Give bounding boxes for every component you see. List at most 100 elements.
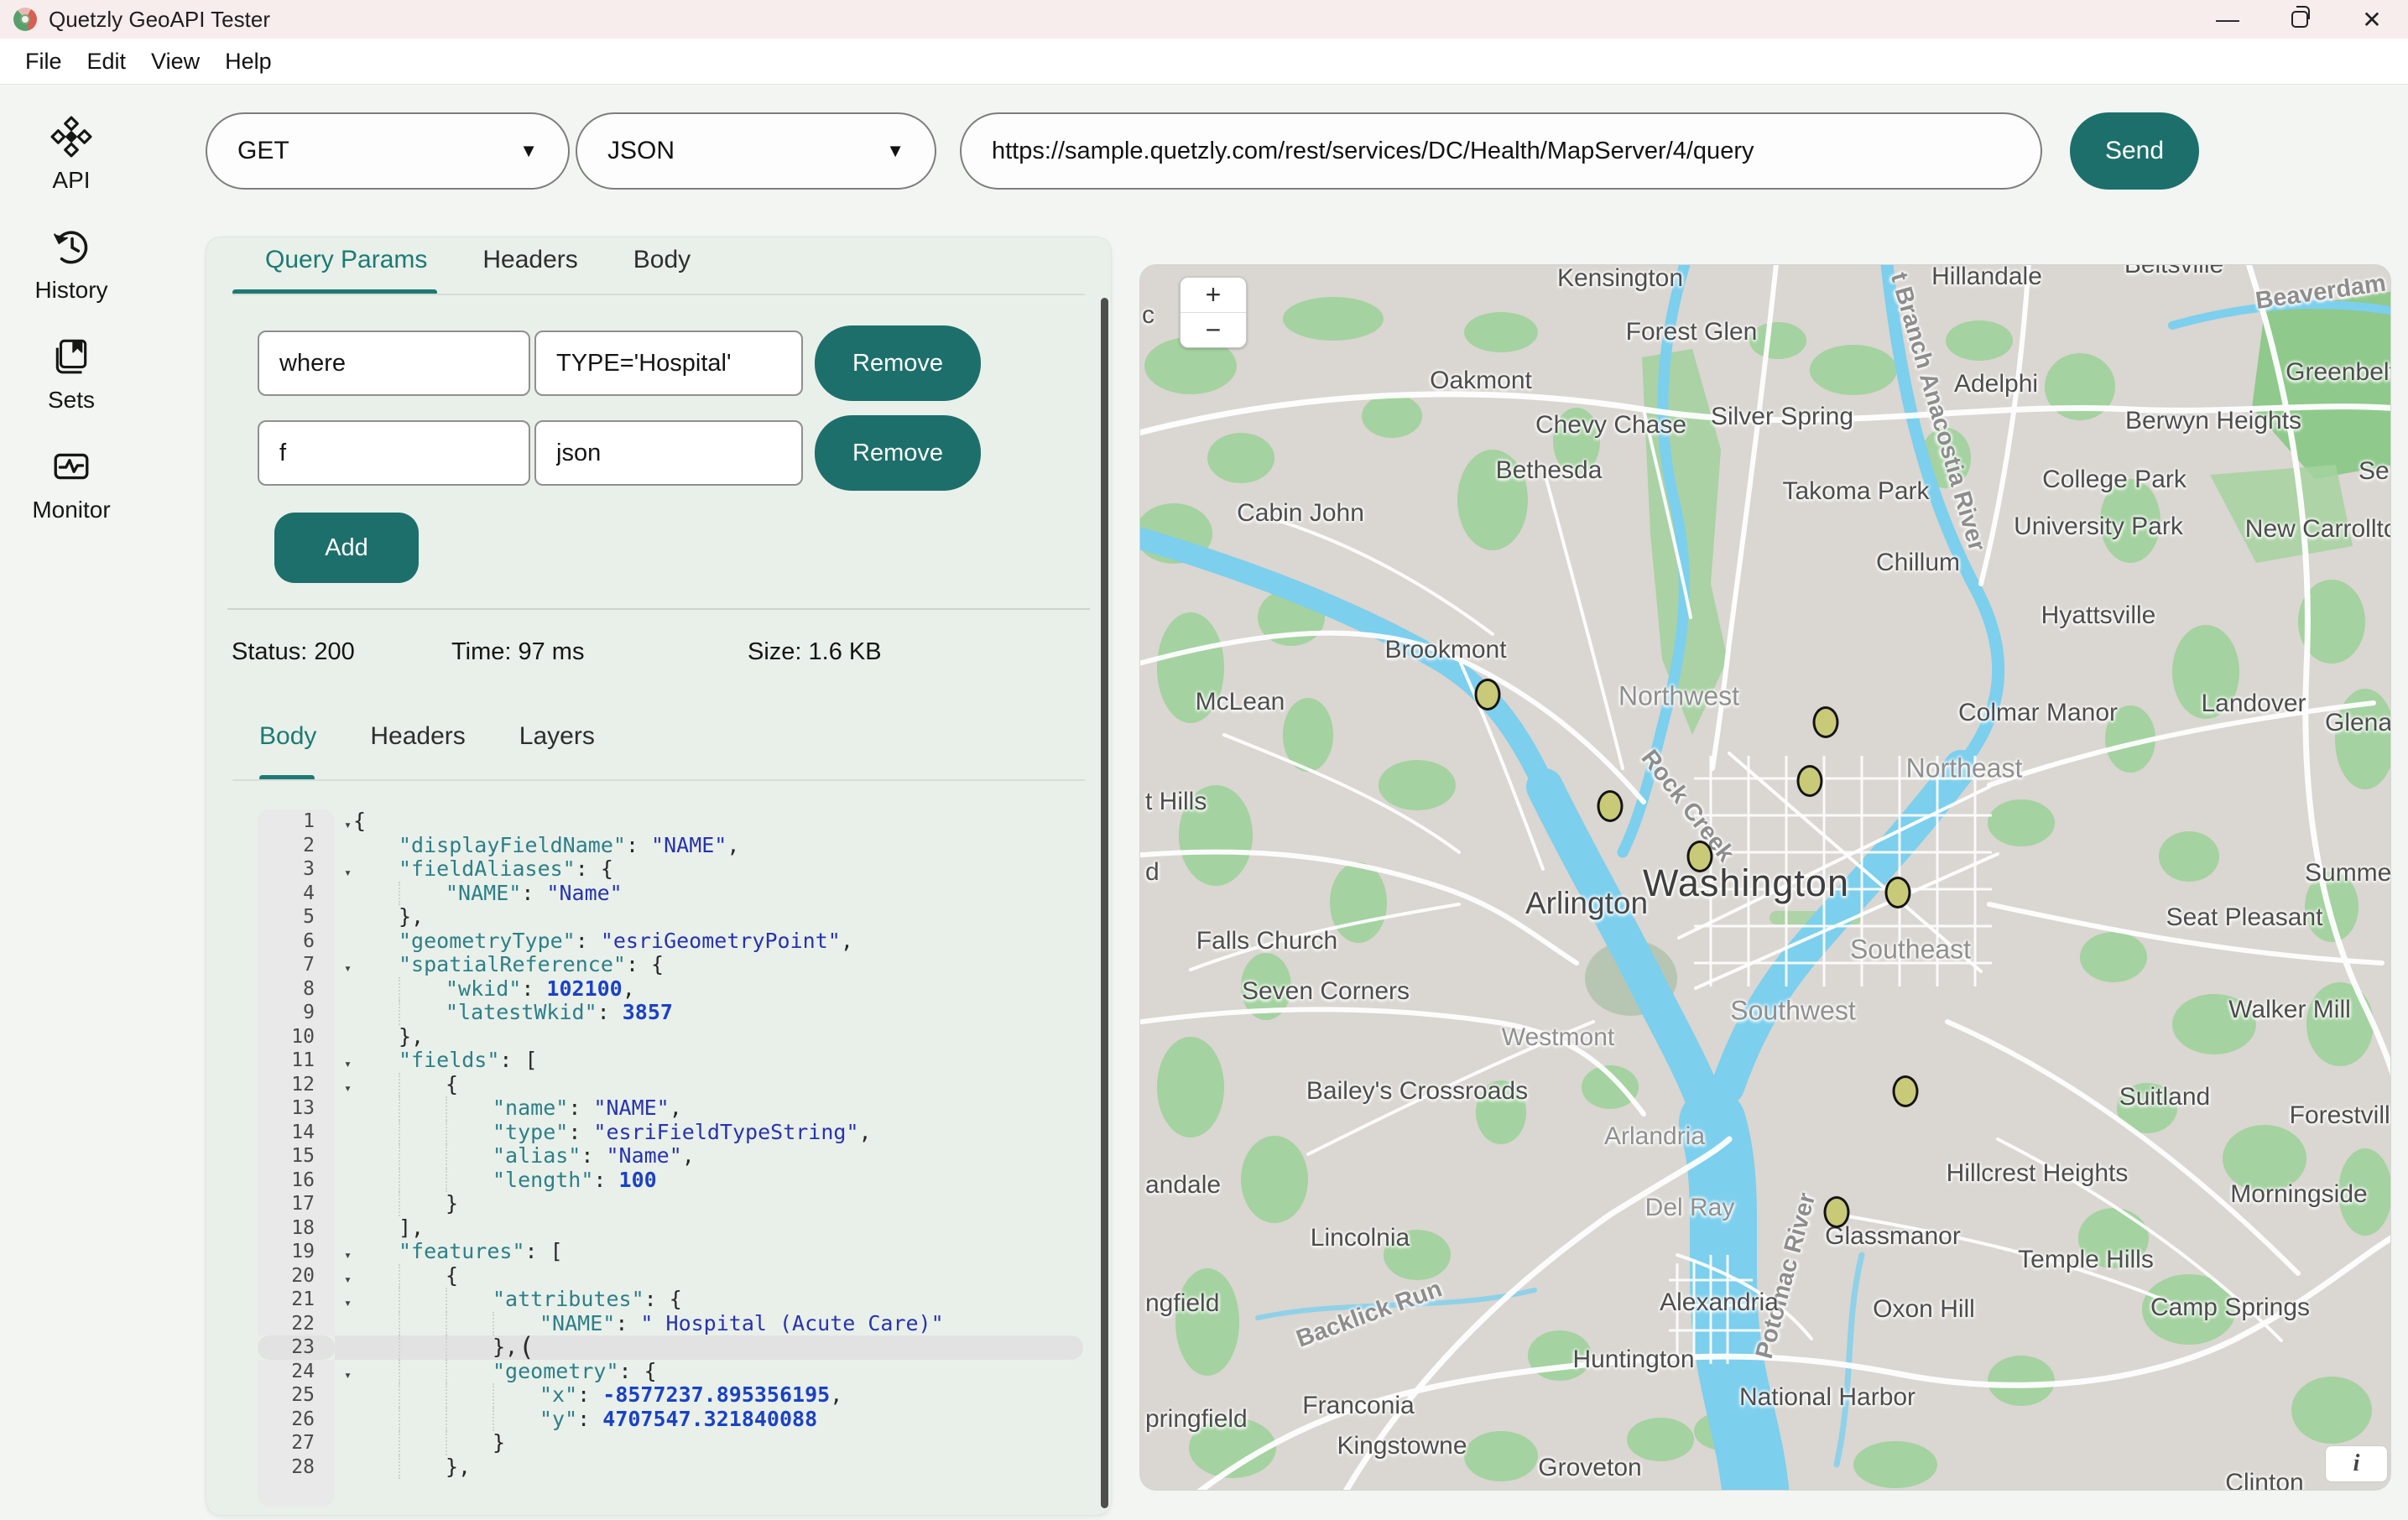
add-param-button[interactable]: Add — [274, 513, 419, 583]
code-line[interactable]: 5}, — [258, 905, 1083, 929]
code-line[interactable]: 12▾{ — [258, 1073, 1083, 1097]
format-dropdown[interactable]: JSON ▼ — [576, 112, 936, 190]
code-line[interactable]: 26"y": 4707547.321840088 — [258, 1408, 1083, 1432]
menu-view[interactable]: View — [151, 49, 200, 75]
code-line[interactable]: 22"NAME": " Hospital (Acute Care)" — [258, 1312, 1083, 1336]
line-number: 22 — [258, 1312, 335, 1336]
zoom-in-button[interactable]: + — [1181, 278, 1246, 312]
sidebar-label-history: History — [34, 277, 107, 304]
tab-response-layers[interactable]: Layers — [519, 722, 595, 751]
tab-response-body[interactable]: Body — [259, 722, 316, 751]
code-line[interactable]: 14"type": "esriFieldTypeString", — [258, 1121, 1083, 1145]
response-tabs: Body Headers Layers — [259, 722, 595, 751]
close-button[interactable]: ✕ — [2336, 0, 2408, 39]
code-line[interactable]: 18], — [258, 1216, 1083, 1241]
sidebar-label-monitor: Monitor — [32, 497, 110, 523]
param-key-input[interactable] — [258, 331, 530, 396]
line-number: 11▾ — [258, 1049, 335, 1073]
menu-file[interactable]: File — [25, 49, 62, 75]
hospital-marker[interactable] — [1475, 679, 1501, 711]
code-line[interactable]: 25"x": -8577237.895356195, — [258, 1383, 1083, 1408]
code-line-content: "fields": [ — [335, 1049, 1083, 1073]
code-line[interactable]: 17} — [258, 1192, 1083, 1216]
code-line[interactable]: 24▾"geometry": { — [258, 1360, 1083, 1384]
code-line[interactable]: 11▾"fields": [ — [258, 1049, 1083, 1073]
fold-arrow-icon[interactable]: ▾ — [344, 1363, 352, 1387]
code-line[interactable]: 19▾"features": [ — [258, 1240, 1083, 1264]
tab-body[interactable]: Body — [633, 246, 691, 274]
code-line[interactable]: 28}, — [258, 1455, 1083, 1480]
fold-arrow-icon[interactable]: ▾ — [344, 813, 352, 837]
hospital-marker[interactable] — [1598, 790, 1624, 822]
fold-arrow-icon[interactable]: ▾ — [344, 861, 352, 885]
restore-button[interactable] — [2264, 0, 2336, 39]
hospital-marker[interactable] — [1824, 1196, 1850, 1228]
fold-arrow-icon[interactable]: ▾ — [344, 1291, 352, 1315]
code-line[interactable]: 10}, — [258, 1025, 1083, 1049]
code-line[interactable]: 9"latestWkid": 3857 — [258, 1001, 1083, 1025]
code-line[interactable]: 16"length": 100 — [258, 1169, 1083, 1193]
param-value-input[interactable] — [534, 331, 803, 396]
text-cursor: ( — [519, 1335, 534, 1360]
map-panel[interactable]: KensingtonHillandaleBeltsvilleBeaverdam … — [1139, 264, 2391, 1491]
code-line[interactable]: 6"geometryType": "esriGeometryPoint", — [258, 929, 1083, 954]
tab-headers[interactable]: Headers — [482, 246, 577, 274]
code-line[interactable]: 27} — [258, 1431, 1083, 1455]
sidebar-item-history[interactable]: History — [0, 226, 143, 304]
hospital-marker[interactable] — [1797, 765, 1823, 797]
sidebar-label-sets: Sets — [48, 387, 95, 414]
code-line[interactable]: 8"wkid": 102100, — [258, 977, 1083, 1002]
fold-arrow-icon[interactable]: ▾ — [344, 956, 352, 981]
tab-divider — [232, 294, 1085, 295]
code-line[interactable]: 20▾{ — [258, 1264, 1083, 1288]
send-button[interactable]: Send — [2070, 112, 2199, 190]
code-line[interactable]: 21▾"attributes": { — [258, 1288, 1083, 1312]
map-label: Hillandale — [1931, 264, 2042, 291]
hospital-marker[interactable] — [1885, 877, 1911, 908]
remove-param-button[interactable]: Remove — [815, 415, 981, 491]
json-response-viewer[interactable]: 1▾{2"displayFieldName": "NAME",3▾"fieldA… — [258, 798, 1083, 1507]
zoom-out-button[interactable]: − — [1181, 312, 1246, 347]
menu-edit[interactable]: Edit — [87, 49, 127, 75]
sidebar-item-api[interactable]: API — [0, 116, 143, 194]
code-line[interactable]: 2"displayFieldName": "NAME", — [258, 834, 1083, 858]
map-label: Southwest — [1730, 996, 1855, 1027]
remove-param-button[interactable]: Remove — [815, 325, 981, 401]
app-window: Quetzly GeoAPI Tester — ✕ File Edit View… — [0, 0, 2408, 1520]
sidebar-item-monitor[interactable]: Monitor — [0, 445, 143, 523]
code-line[interactable]: 3▾"fieldAliases": { — [258, 857, 1083, 882]
minimize-button[interactable]: — — [2192, 0, 2264, 39]
code-line[interactable]: 4"NAME": "Name" — [258, 882, 1083, 906]
panel-scrollbar[interactable] — [1101, 298, 1108, 1508]
line-number: 7▾ — [258, 953, 335, 977]
map-label: Cabin John — [1237, 499, 1364, 528]
sidebar-item-sets[interactable]: Sets — [0, 336, 143, 414]
hospital-marker[interactable] — [1687, 841, 1713, 872]
tab-query-params[interactable]: Query Params — [265, 246, 427, 274]
fold-arrow-icon[interactable]: ▾ — [344, 1268, 352, 1292]
fold-arrow-icon[interactable]: ▾ — [344, 1243, 352, 1268]
fold-arrow-icon[interactable]: ▾ — [344, 1052, 352, 1076]
code-line[interactable]: 13"name": "NAME", — [258, 1096, 1083, 1121]
code-line[interactable]: 15"alias": "Name", — [258, 1144, 1083, 1169]
map-info-button[interactable]: i — [2325, 1445, 2388, 1482]
hospital-marker[interactable] — [1893, 1075, 1919, 1107]
fold-arrow-icon[interactable]: ▾ — [344, 1076, 352, 1101]
url-input[interactable] — [960, 112, 2042, 190]
map-label: Berwyn Heights — [2125, 407, 2301, 435]
map-label: Oakmont — [1430, 367, 1532, 395]
param-value-input[interactable] — [534, 420, 803, 486]
param-key-input[interactable] — [258, 420, 530, 486]
sets-book-icon — [50, 336, 92, 382]
hospital-marker[interactable] — [1813, 706, 1839, 738]
code-line-content: } — [335, 1431, 1083, 1455]
code-line[interactable]: 23},( — [258, 1335, 1083, 1360]
code-line-content: "fieldAliases": { — [335, 857, 1083, 882]
line-number: 13 — [258, 1096, 335, 1121]
method-dropdown[interactable]: GET ▼ — [206, 112, 570, 190]
code-line[interactable]: 7▾"spatialReference": { — [258, 953, 1083, 977]
tab-response-headers[interactable]: Headers — [370, 722, 465, 751]
menu-help[interactable]: Help — [225, 49, 272, 75]
map-label: New Carrollton — [2245, 515, 2391, 544]
code-line[interactable]: 1▾{ — [258, 809, 1083, 834]
